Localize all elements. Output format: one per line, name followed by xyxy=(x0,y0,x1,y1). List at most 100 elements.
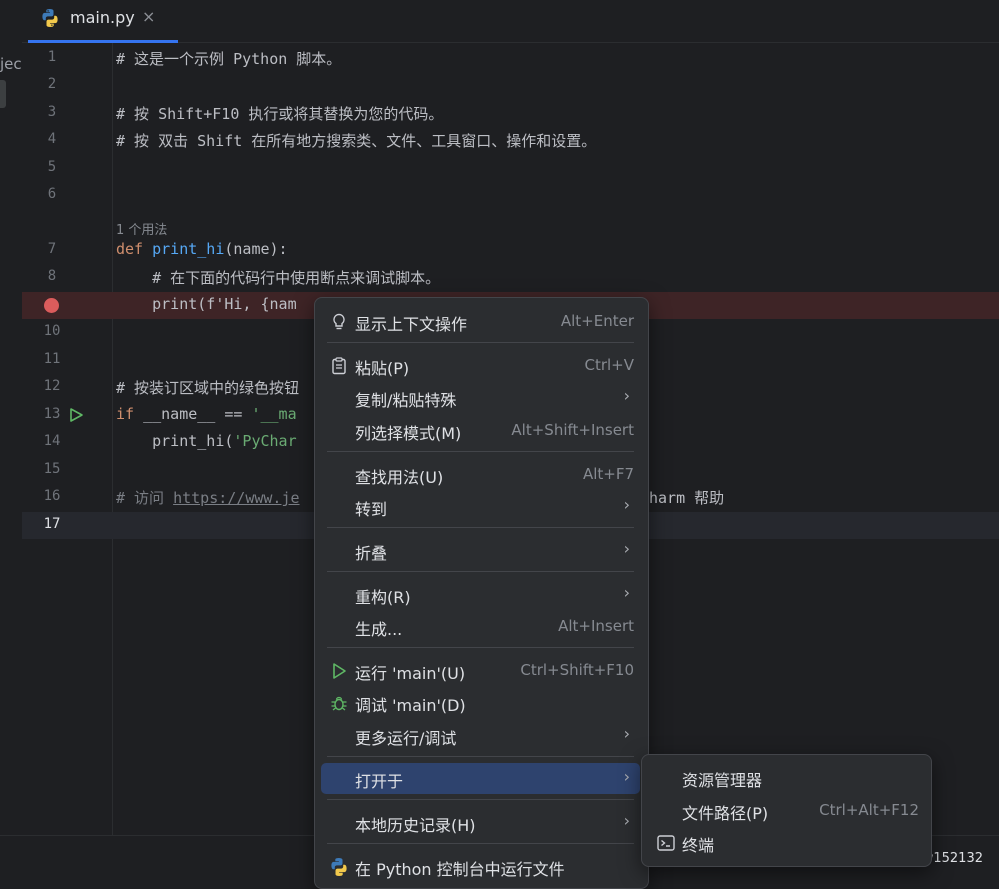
line-number: 11 xyxy=(43,351,61,367)
function-name-token: print_hi xyxy=(152,240,225,258)
code-token: __name__ == xyxy=(134,405,252,423)
chevron-right-icon: › xyxy=(623,386,630,405)
menu-item-shortcut: Alt+Insert xyxy=(558,617,634,635)
keyword-token: def xyxy=(116,240,144,258)
line-code: print_hi('PyChar xyxy=(116,432,297,450)
menu-item-shortcut: Alt+Shift+Insert xyxy=(511,421,634,439)
line-code: # 按 Shift+F10 执行或将其替换为您的代码。 xyxy=(116,105,444,123)
open-in-submenu: 资源管理器 文件路径(P) Ctrl+Alt+F12 终端 xyxy=(641,754,932,867)
line-number: 14 xyxy=(43,433,61,449)
line-code: # 按装订区域中的绿色按钮 xyxy=(116,379,300,397)
menu-separator xyxy=(327,843,634,844)
python-icon xyxy=(331,858,347,876)
chevron-right-icon: › xyxy=(623,583,630,602)
line-code: if __name__ == '__ma xyxy=(116,405,297,423)
menu-item-label: 查找用法(U) xyxy=(355,468,444,487)
run-icon xyxy=(333,663,346,679)
line-number: 8 xyxy=(47,268,57,284)
line-number: 2 xyxy=(47,76,57,92)
menu-item-label: 折叠 xyxy=(355,544,388,563)
code-line[interactable]: 5 xyxy=(22,155,999,182)
menu-item-column-selection[interactable]: 列选择模式(M) Alt+Shift+Insert xyxy=(321,415,640,446)
clipboard-icon xyxy=(332,357,346,375)
menu-item-shortcut: Ctrl+Shift+F10 xyxy=(520,661,634,679)
line-number: 1 xyxy=(47,49,57,65)
tab-main-py[interactable]: main.py × xyxy=(28,0,178,43)
usage-inlay-hint[interactable]: 1 个用法 xyxy=(116,219,167,238)
menu-item-shortcut: Ctrl+Alt+F12 xyxy=(819,801,919,819)
chevron-right-icon: › xyxy=(623,539,630,558)
line-code: # 在下面的代码行中使用断点来调试脚本。 xyxy=(116,269,441,287)
code-line[interactable]: 4 # 按 双击 Shift 在所有地方搜索类、文件、工具窗口、操作和设置。 xyxy=(22,127,999,154)
chevron-right-icon: › xyxy=(623,495,630,514)
menu-item-find-usages[interactable]: 查找用法(U) Alt+F7 xyxy=(321,459,640,490)
editor-tab-bar: main.py × xyxy=(22,0,999,43)
menu-item-more-run-debug[interactable]: 更多运行/调试 › xyxy=(321,720,640,751)
run-gutter-icon[interactable] xyxy=(68,407,84,423)
project-label[interactable]: jec xyxy=(0,55,22,73)
menu-item-show-context-actions[interactable]: 显示上下文操作 Alt+Enter xyxy=(321,306,640,337)
code-line[interactable]: 8 # 在下面的代码行中使用断点来调试脚本。 xyxy=(22,264,999,291)
line-code: def print_hi(name): xyxy=(116,240,288,258)
comment-token: # 访问 xyxy=(116,489,174,507)
code-line[interactable]: 7 def print_hi(name): xyxy=(22,237,999,264)
terminal-icon xyxy=(657,835,675,851)
menu-item-label: 本地历史记录(H) xyxy=(355,816,476,835)
menu-item-label: 文件路径(P) xyxy=(682,804,769,823)
menu-item-label: 终端 xyxy=(682,836,715,855)
line-number: 17 xyxy=(43,516,61,532)
menu-item-goto[interactable]: 转到 › xyxy=(321,491,640,522)
comment-token: harm 帮助 xyxy=(649,489,725,507)
code-line[interactable]: 6 xyxy=(22,182,999,209)
menu-item-generate[interactable]: 生成... Alt+Insert xyxy=(321,611,640,642)
project-panel-handle[interactable] xyxy=(0,80,6,108)
menu-item-label: 复制/粘贴特殊 xyxy=(355,391,457,410)
menu-item-copy-paste-special[interactable]: 复制/粘贴特殊 › xyxy=(321,382,640,413)
breakpoint-icon[interactable] xyxy=(44,298,59,313)
menu-item-label: 转到 xyxy=(355,500,388,519)
menu-item-debug-main[interactable]: 调试 'main'(D) xyxy=(321,687,640,718)
line-number: 10 xyxy=(43,323,61,339)
menu-separator xyxy=(327,647,634,648)
lightbulb-icon xyxy=(333,313,345,330)
code-token: print_hi( xyxy=(116,432,234,450)
menu-item-run-main[interactable]: 运行 'main'(U) Ctrl+Shift+F10 xyxy=(321,655,640,686)
line-number: 4 xyxy=(47,131,57,147)
menu-item-label: 粘贴(P) xyxy=(355,359,410,378)
code-line[interactable]: 2 xyxy=(22,72,999,99)
tab-filename: main.py xyxy=(70,8,135,27)
menu-separator xyxy=(327,451,634,452)
menu-item-label: 生成... xyxy=(355,620,403,639)
menu-item-label: 更多运行/调试 xyxy=(355,729,457,748)
url-link[interactable]: https://www.je xyxy=(173,489,299,507)
menu-item-refactor[interactable]: 重构(R) › xyxy=(321,579,640,610)
menu-item-local-history[interactable]: 本地历史记录(H) › xyxy=(321,807,640,838)
menu-item-paste[interactable]: 粘贴(P) Ctrl+V xyxy=(321,350,640,381)
code-line[interactable]: 3 # 按 Shift+F10 执行或将其替换为您的代码。 xyxy=(22,100,999,127)
menu-separator xyxy=(327,756,634,757)
submenu-item-explorer[interactable]: 资源管理器 xyxy=(648,762,925,793)
chevron-right-icon: › xyxy=(623,811,630,830)
menu-item-label: 重构(R) xyxy=(355,588,411,607)
submenu-item-file-path[interactable]: 文件路径(P) Ctrl+Alt+F12 xyxy=(648,795,925,826)
code-line[interactable]: 1 # 这是一个示例 Python 脚本。 xyxy=(22,45,999,72)
menu-item-shortcut: Alt+Enter xyxy=(560,312,634,330)
menu-item-label: 资源管理器 xyxy=(682,771,763,790)
debug-bug-icon xyxy=(331,696,347,711)
menu-item-shortcut: Alt+F7 xyxy=(582,465,634,483)
submenu-item-terminal[interactable]: 终端 xyxy=(648,827,925,858)
menu-item-run-in-python-console[interactable]: 在 Python 控制台中运行文件 xyxy=(321,851,640,882)
chevron-right-icon: › xyxy=(623,767,630,786)
line-number: 7 xyxy=(47,241,57,257)
line-code: # 这是一个示例 Python 脚本。 xyxy=(116,50,342,68)
tab-close-icon[interactable]: × xyxy=(142,7,155,26)
menu-item-open-in[interactable]: 打开于 › xyxy=(321,763,640,794)
menu-item-label: 显示上下文操作 xyxy=(355,315,468,334)
line-number: 3 xyxy=(47,104,57,120)
menu-item-folding[interactable]: 折叠 › xyxy=(321,535,640,566)
menu-separator xyxy=(327,527,634,528)
menu-separator xyxy=(327,342,634,343)
menu-item-label: 运行 'main'(U) xyxy=(355,664,466,683)
keyword-token: if xyxy=(116,405,135,423)
